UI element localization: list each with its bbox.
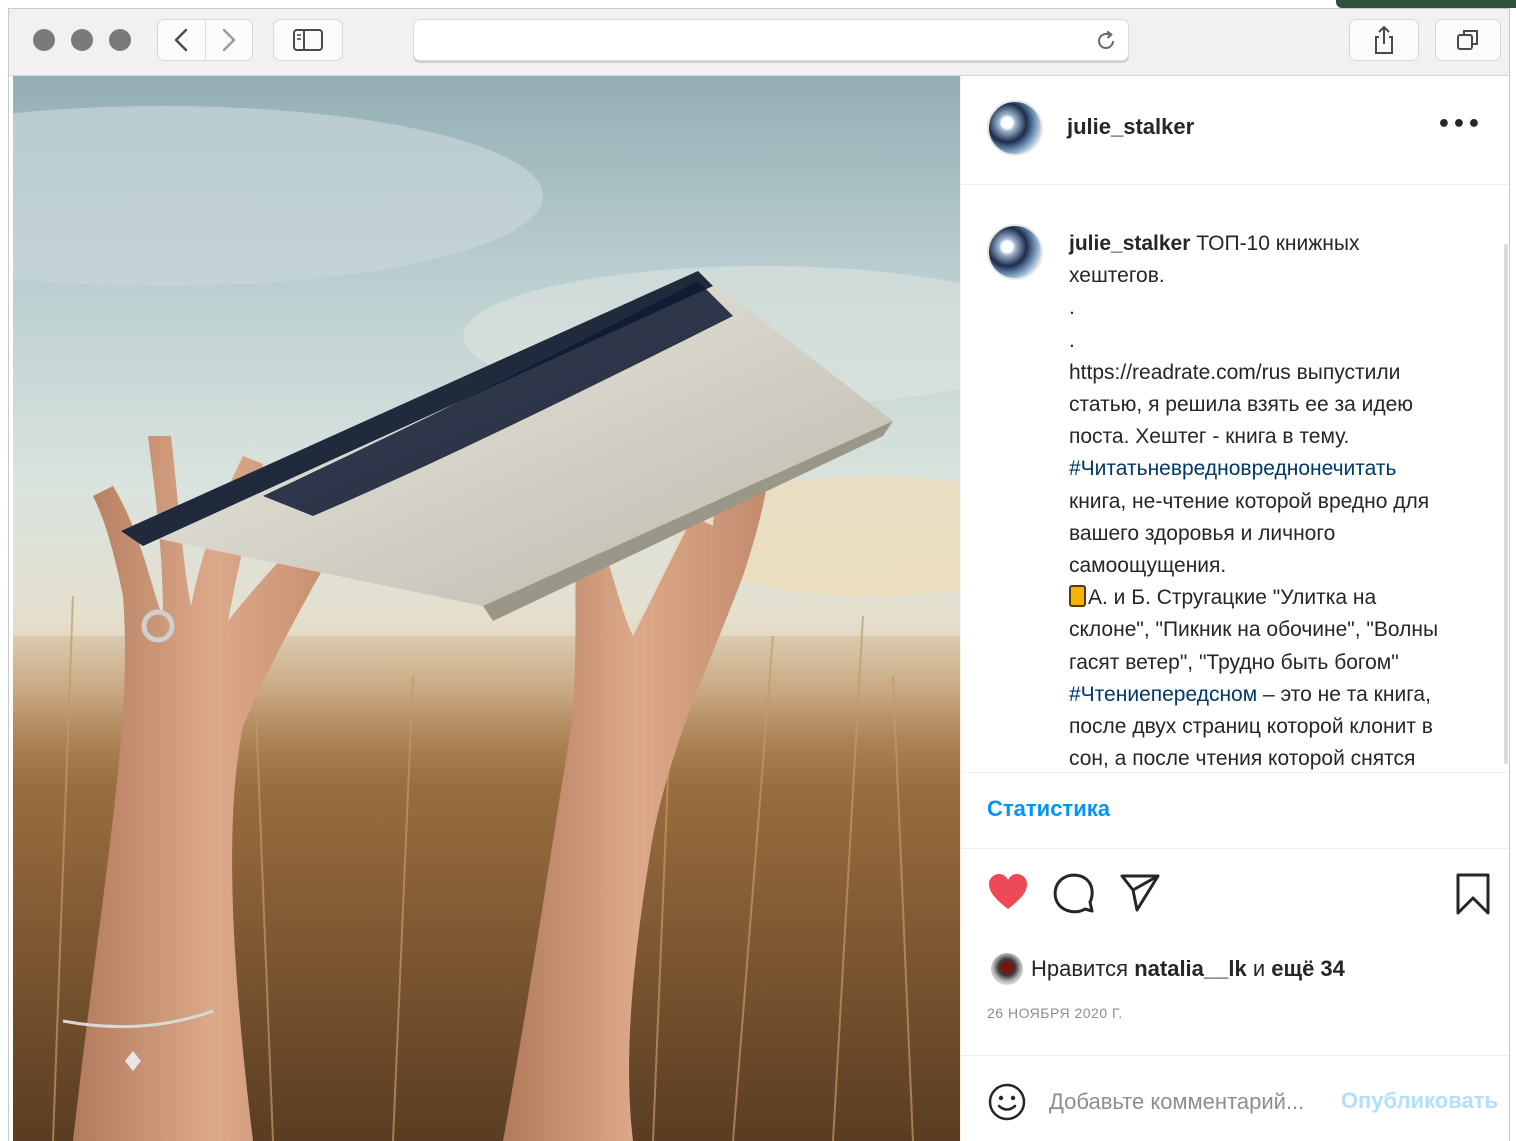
hashtag-link[interactable]: #Читатьневредновреднонечитать xyxy=(1069,457,1396,480)
caption-line: сон, а после чтения которой снятся xyxy=(1069,743,1489,772)
caption-text: https://readrate.com/rus выпустили xyxy=(1069,360,1401,384)
caption-text: поста. Хештег - книга в тему. xyxy=(1069,425,1350,449)
likes-count-link[interactable]: ещё 34 xyxy=(1271,956,1345,982)
post-date[interactable]: 26 НОЯБРЯ 2020 Г. xyxy=(987,1005,1123,1021)
caption-text: вашего здоровья и личного xyxy=(1069,521,1336,545)
back-icon xyxy=(175,28,188,52)
window-zoom-dot[interactable] xyxy=(109,29,131,51)
browser-window: julie_stalker ••• julie_stalker ТОП-10 к… xyxy=(8,8,1510,1141)
caption-line: А. и Б. Стругацкие "Улитка на xyxy=(1069,582,1489,614)
window-minimize-dot[interactable] xyxy=(71,29,93,51)
post-caption: julie_stalker ТОП-10 книжных хештегов... h… xyxy=(1069,228,1489,772)
comment-button[interactable] xyxy=(1053,872,1095,918)
share-post-button[interactable] xyxy=(1119,872,1161,918)
smiley-icon xyxy=(988,1083,1026,1121)
caption-text: после двух страниц которой клонит в xyxy=(1069,715,1433,739)
liker-avatar[interactable] xyxy=(991,953,1023,985)
divider xyxy=(961,848,1509,849)
caption-line: https://readrate.com/rus выпустили xyxy=(1069,357,1489,389)
bookmark-icon xyxy=(1456,873,1490,915)
author-avatar[interactable] xyxy=(987,100,1043,156)
caption-line: #Читатьневредновреднонечитать xyxy=(1069,453,1489,485)
caption-text: хештегов. xyxy=(1069,264,1165,288)
caption-author-avatar[interactable] xyxy=(987,224,1043,280)
likes-middle: и xyxy=(1252,956,1266,981)
caption-line: хештегов. xyxy=(1069,260,1489,292)
caption-text: склоне", "Пикник на обочине", "Волны xyxy=(1069,618,1439,642)
post-photo[interactable] xyxy=(13,76,960,1141)
publish-button[interactable]: Опубликовать xyxy=(1341,1088,1498,1114)
caption-text: ТОП-10 книжных xyxy=(1196,232,1360,255)
post-header: julie_stalker ••• xyxy=(961,76,1509,185)
post-details-panel: julie_stalker ••• julie_stalker ТОП-10 к… xyxy=(960,76,1509,1141)
browser-toolbar xyxy=(9,9,1509,76)
divider xyxy=(961,1055,1509,1056)
caption-text: книга, не-чтение которой вредно для xyxy=(1069,489,1430,513)
caption-line: склоне", "Пикник на обочине", "Волны xyxy=(1069,614,1489,646)
caption-line: книга, не-чтение которой вредно для xyxy=(1069,486,1489,518)
caption-line: julie_stalker ТОП-10 книжных xyxy=(1069,228,1489,260)
photo-hands-holding-book xyxy=(13,76,960,1141)
book-emoji-icon xyxy=(1069,585,1086,608)
caption-line: . xyxy=(1069,325,1489,357)
comment-icon xyxy=(1053,873,1094,914)
sidebar-toggle-button[interactable] xyxy=(273,19,343,61)
window-close-dot[interactable] xyxy=(33,29,55,51)
share-icon xyxy=(1375,26,1393,54)
tabs-icon xyxy=(1457,30,1478,50)
caption-line: #Чтениепередсном – это не та книга, xyxy=(1069,679,1489,711)
liker-username[interactable]: natalia__lk xyxy=(1134,956,1247,982)
likes-prefix: Нравится xyxy=(1031,956,1129,981)
caption-author-username[interactable]: julie_stalker xyxy=(1069,232,1190,255)
more-options-button[interactable]: ••• xyxy=(1437,112,1482,137)
author-username[interactable]: julie_stalker xyxy=(1067,114,1194,140)
caption-text: статью, я решила взять ее за идею xyxy=(1069,393,1414,417)
statistics-link[interactable]: Статистика xyxy=(987,796,1110,822)
sidebar-icon xyxy=(293,29,323,51)
tabs-button[interactable] xyxy=(1435,19,1501,61)
caption-text: . xyxy=(1069,328,1075,352)
caption-text: самоощущения. xyxy=(1069,554,1227,578)
caption-line: . xyxy=(1069,292,1489,324)
caption-text: А. и Б. Стругацкие "Улитка на xyxy=(1088,586,1377,610)
comment-input[interactable] xyxy=(1049,1084,1349,1120)
reload-icon xyxy=(1098,30,1114,49)
corner-accent xyxy=(1336,0,1516,8)
comment-form: Опубликовать xyxy=(961,1068,1509,1136)
save-button[interactable] xyxy=(1455,872,1491,920)
nav-button-group xyxy=(157,19,253,61)
caption-line: вашего здоровья и личного xyxy=(1069,518,1489,550)
back-button[interactable] xyxy=(158,20,205,60)
caption-line: после двух страниц которой клонит в xyxy=(1069,711,1489,743)
reload-button[interactable] xyxy=(1094,29,1118,57)
caption-line: самоощущения. xyxy=(1069,550,1489,582)
forward-icon xyxy=(222,28,235,52)
caption-area: julie_stalker ТОП-10 книжных хештегов... h… xyxy=(961,184,1509,773)
caption-line: статью, я решила взять ее за идею xyxy=(1069,389,1489,421)
heart-icon xyxy=(989,874,1027,909)
address-bar[interactable] xyxy=(413,19,1129,61)
caption-text: гасят ветер", "Трудно быть богом" xyxy=(1069,650,1399,674)
emoji-button[interactable] xyxy=(987,1082,1027,1126)
caption-line: поста. Хештег - книга в тему. xyxy=(1069,421,1489,453)
caption-text: сон, а после чтения которой снятся xyxy=(1069,747,1416,771)
paper-plane-icon xyxy=(1120,874,1160,912)
caption-line: гасят ветер", "Трудно быть богом" xyxy=(1069,647,1489,679)
like-button[interactable] xyxy=(987,872,1029,916)
caption-text: . xyxy=(1069,296,1075,320)
caption-scrollbar[interactable] xyxy=(1504,244,1508,764)
share-button[interactable] xyxy=(1349,19,1419,61)
caption-text: – это не та книга, xyxy=(1257,682,1431,706)
post-actions xyxy=(961,866,1509,926)
hashtag-link[interactable]: #Чтениепередсном xyxy=(1069,683,1257,706)
forward-button[interactable] xyxy=(204,20,253,60)
likes-summary: Нравится natalia__lk и ещё 34 xyxy=(991,951,1345,987)
